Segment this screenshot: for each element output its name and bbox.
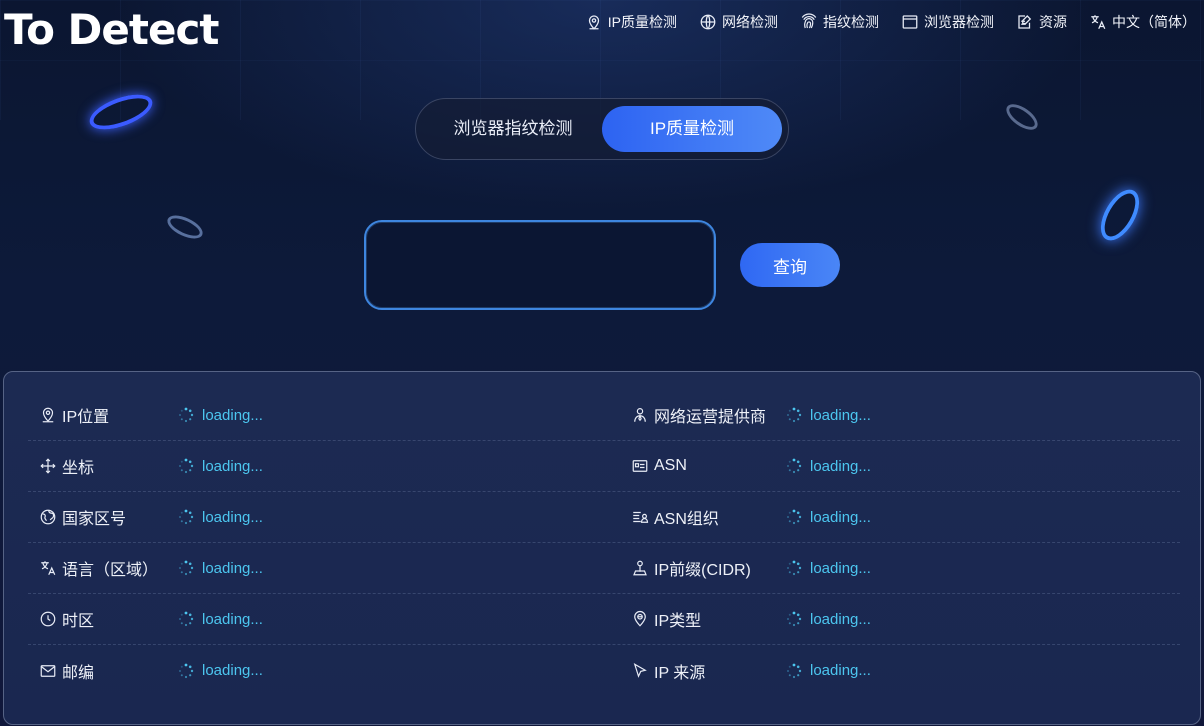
loading-spinner-icon xyxy=(179,458,194,474)
table-row: 邮编 loading... IP 来源 loading... xyxy=(28,645,1180,696)
nav-ip-quality[interactable]: IP质量检测 xyxy=(585,10,677,34)
loading-spinner-icon xyxy=(179,611,194,627)
earth-icon xyxy=(38,507,58,527)
result-label: 网络运营提供商 xyxy=(654,409,767,426)
result-label: 时区 xyxy=(62,613,95,630)
translate-icon xyxy=(1091,15,1106,30)
result-label: IP类型 xyxy=(654,613,702,630)
clock-icon xyxy=(38,609,58,629)
location-pin-icon xyxy=(588,15,599,30)
top-header: To Detect IP质量检测 网络检测 指纹检测 浏览器检测 资源 中文（简… xyxy=(0,0,1204,54)
result-value: loading... xyxy=(810,662,871,679)
cursor-pointer-icon xyxy=(630,661,650,681)
result-label: 语言（区域） xyxy=(62,562,159,579)
result-item: 邮编 loading... xyxy=(28,645,620,696)
ip-search-input[interactable] xyxy=(364,220,716,310)
top-nav: IP质量检测 网络检测 指纹检测 浏览器检测 资源 中文（简体） xyxy=(563,10,1196,34)
site-logo[interactable]: To Detect xyxy=(4,6,219,54)
result-label: 国家区号 xyxy=(62,511,127,528)
result-item: ASN loading... xyxy=(620,441,1180,492)
nav-label: 资源 xyxy=(1039,14,1067,30)
org-card-icon xyxy=(630,507,650,527)
nav-label: 中文（简体） xyxy=(1112,14,1196,30)
result-item: 网络运营提供商 loading... xyxy=(620,390,1180,441)
loading-spinner-icon xyxy=(787,407,802,423)
result-value: loading... xyxy=(202,559,263,577)
user-icon xyxy=(630,405,650,425)
id-card-icon xyxy=(630,456,650,476)
query-button[interactable]: 查询 xyxy=(740,243,840,287)
result-value: loading... xyxy=(202,610,263,628)
loading-spinner-icon xyxy=(179,663,194,678)
nav-network[interactable]: 网络检测 xyxy=(699,10,778,34)
nav-browser[interactable]: 浏览器检测 xyxy=(901,10,994,34)
result-value: loading... xyxy=(202,508,263,526)
result-item: IP前缀(CIDR) loading... xyxy=(620,543,1180,594)
result-item: 语言（区域） loading... xyxy=(28,543,620,594)
table-row: 坐标 loading... ASN loading... xyxy=(28,441,1180,492)
tab-browser-fingerprint[interactable]: 浏览器指纹检测 xyxy=(424,106,602,152)
table-row: 国家区号 loading... ASN组织 loading... xyxy=(28,492,1180,543)
result-value: loading... xyxy=(202,662,263,679)
result-label: IP前缀(CIDR) xyxy=(654,562,751,579)
nav-label: 网络检测 xyxy=(722,14,778,30)
result-label: IP位置 xyxy=(62,409,110,426)
nav-resources[interactable]: 资源 xyxy=(1016,10,1067,34)
browser-window-icon xyxy=(902,15,918,29)
result-value: loading... xyxy=(810,508,871,526)
result-value: loading... xyxy=(810,457,871,475)
loading-spinner-icon xyxy=(787,560,802,576)
decorative-ring xyxy=(85,87,157,137)
result-item: 国家区号 loading... xyxy=(28,492,620,543)
result-label: 坐标 xyxy=(62,460,95,477)
result-item: 坐标 loading... xyxy=(28,441,620,492)
table-row: 时区 loading... IP类型 loading... xyxy=(28,594,1180,645)
result-label: 邮编 xyxy=(62,664,95,682)
result-value: loading... xyxy=(810,610,871,628)
edit-document-icon xyxy=(1018,15,1032,29)
decorative-ring xyxy=(1002,99,1042,135)
ip-result-card: IP位置 loading... 网络运营提供商 loading... 坐标 lo… xyxy=(3,371,1201,725)
table-row: 语言（区域） loading... IP前缀(CIDR) loading... xyxy=(28,543,1180,594)
nav-label: 浏览器检测 xyxy=(924,14,994,30)
result-value: loading... xyxy=(202,406,263,424)
decorative-ring xyxy=(163,210,207,244)
mode-switch: 浏览器指纹检测 IP质量检测 xyxy=(415,98,789,160)
globe-icon xyxy=(700,14,716,30)
result-value: loading... xyxy=(810,559,871,577)
fingerprint-icon xyxy=(801,13,817,29)
loading-spinner-icon xyxy=(787,509,802,525)
loading-spinner-icon xyxy=(179,509,194,525)
result-item: ASN组织 loading... xyxy=(620,492,1180,543)
language-selector[interactable]: 中文（简体） xyxy=(1089,10,1196,34)
decorative-ring xyxy=(1093,183,1147,247)
result-item: IP 来源 loading... xyxy=(620,645,1180,696)
table-row: IP位置 loading... 网络运营提供商 loading... xyxy=(28,390,1180,441)
tab-ip-quality[interactable]: IP质量检测 xyxy=(602,106,782,152)
result-grid: IP位置 loading... 网络运营提供商 loading... 坐标 lo… xyxy=(28,390,1180,696)
loading-spinner-icon xyxy=(787,458,802,474)
result-label: ASN xyxy=(654,457,687,474)
person-pin-icon xyxy=(630,558,650,578)
result-value: loading... xyxy=(202,457,263,475)
location-pin-icon xyxy=(38,405,58,425)
result-item: 时区 loading... xyxy=(28,594,620,645)
result-item: IP位置 loading... xyxy=(28,390,620,441)
translate-icon xyxy=(38,558,58,578)
move-arrows-icon xyxy=(38,456,58,476)
loading-spinner-icon xyxy=(787,611,802,627)
nav-label: 指纹检测 xyxy=(823,14,879,30)
loading-spinner-icon xyxy=(179,407,194,423)
result-value: loading... xyxy=(810,406,871,424)
loading-spinner-icon xyxy=(179,560,194,576)
nav-label: IP质量检测 xyxy=(607,14,677,30)
map-marker-icon xyxy=(630,609,650,629)
loading-spinner-icon xyxy=(787,663,802,678)
nav-fingerprint[interactable]: 指纹检测 xyxy=(800,10,879,34)
result-label: ASN组织 xyxy=(654,511,719,528)
result-label: IP 来源 xyxy=(654,664,706,682)
mail-icon xyxy=(38,661,58,681)
result-item: IP类型 loading... xyxy=(620,594,1180,645)
